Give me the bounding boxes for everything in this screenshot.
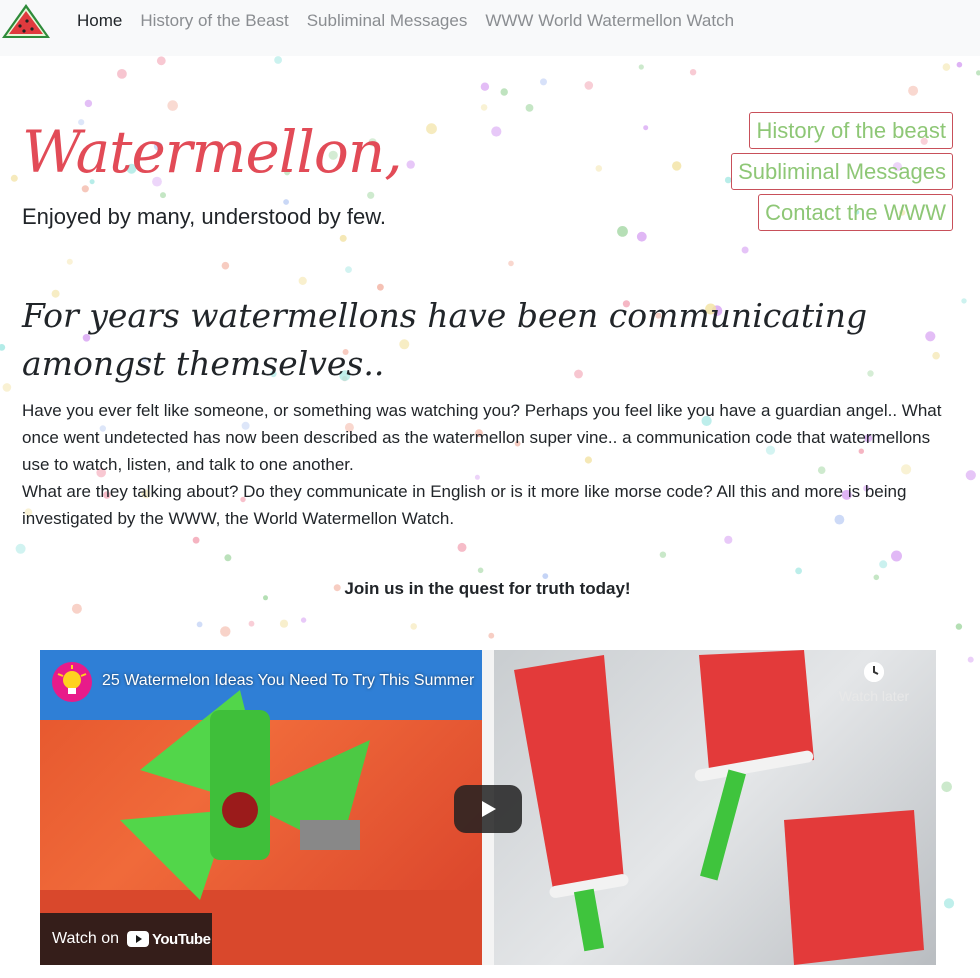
confetti-dot	[879, 560, 888, 569]
confetti-dot	[298, 276, 307, 285]
history-of-the-beast-button[interactable]: History of the beast	[749, 112, 953, 149]
play-button[interactable]	[454, 785, 522, 833]
confetti-dot	[84, 99, 93, 108]
watch-on-youtube-button[interactable]: Watch on YouTube	[40, 913, 212, 965]
confetti-dot	[117, 69, 127, 79]
confetti-dot	[540, 78, 547, 86]
watch-later-label: Watch later	[838, 688, 910, 704]
hero-tagline: Enjoyed by many, understood by few.	[22, 204, 387, 229]
subliminal-messages-button[interactable]: Subliminal Messages	[731, 153, 953, 190]
confetti-dot	[659, 551, 667, 558]
confetti-dot	[248, 620, 255, 627]
confetti-dot	[956, 61, 963, 68]
nav-link-history[interactable]: History of the Beast	[140, 10, 288, 32]
confetti-dot	[955, 623, 963, 630]
paragraph-1: Have you ever felt like someone, or some…	[22, 401, 942, 474]
confetti-dot	[160, 192, 166, 199]
confetti-dot	[480, 104, 488, 111]
confetti-dot	[279, 619, 289, 628]
paragraph-2: What are they talking about? Do they com…	[22, 482, 907, 528]
confetti-dot	[480, 82, 490, 91]
confetti-dot	[220, 626, 231, 637]
confetti-dot	[300, 617, 307, 623]
confetti-dot	[638, 64, 644, 70]
confetti-dot	[724, 535, 733, 544]
confetti-dot	[617, 226, 628, 237]
nav-link-subliminal[interactable]: Subliminal Messages	[307, 10, 468, 32]
confetti-dot	[377, 283, 384, 291]
confetti-dot	[15, 543, 26, 554]
confetti-dot	[71, 603, 82, 614]
confetti-dot	[942, 63, 951, 71]
confetti-dot	[795, 567, 802, 575]
confetti-dot	[500, 88, 508, 96]
confetti-dot	[965, 470, 976, 481]
confetti-dot	[967, 656, 974, 663]
body-text: Have you ever felt like someone, or some…	[22, 397, 957, 532]
confetti-dot	[477, 567, 484, 574]
confetti-dot	[525, 104, 534, 112]
confetti-dot	[457, 542, 467, 552]
headline: For years watermellons have been communi…	[22, 296, 868, 383]
confetti-dot	[491, 126, 502, 137]
side-button-group: History of the beast Subliminal Messages…	[731, 112, 953, 235]
confetti-dot	[196, 621, 203, 628]
confetti-dot	[976, 70, 980, 76]
confetti-dot	[488, 632, 495, 639]
youtube-logo-icon: YouTube	[127, 930, 211, 948]
confetti-dot	[0, 344, 6, 351]
confetti-dot	[367, 191, 375, 199]
confetti-dot	[2, 383, 12, 392]
nav-link-home[interactable]: Home	[77, 10, 122, 32]
confetti-dot	[224, 554, 232, 562]
confetti-dot	[643, 125, 649, 131]
confetti-dot	[595, 165, 603, 172]
confetti-dot	[689, 69, 697, 76]
play-icon	[482, 801, 496, 817]
watermelon-slice-icon[interactable]	[0, 0, 52, 44]
nav-link-www[interactable]: WWW World Watermellon Watch	[485, 10, 734, 32]
confetti-dot	[406, 160, 415, 169]
confetti-dot	[274, 56, 282, 64]
nav-links: Home History of the Beast Subliminal Mes…	[77, 10, 752, 32]
confetti-dot	[410, 623, 418, 630]
confetti-dot	[891, 550, 902, 562]
watch-later-button[interactable]: Watch later	[834, 662, 914, 704]
confetti-dot	[66, 258, 73, 265]
confetti-dot	[345, 266, 352, 273]
confetti-dot	[10, 174, 18, 182]
navbar: Home History of the Beast Subliminal Mes…	[0, 0, 980, 56]
hero-title: Watermellon,	[22, 118, 403, 186]
confetti-dot	[426, 123, 437, 135]
confetti-dot	[339, 234, 347, 242]
confetti-dot	[167, 100, 178, 111]
confetti-dot	[584, 81, 594, 90]
lightbulb-avatar-icon[interactable]	[52, 662, 92, 702]
confetti-dot	[156, 56, 166, 66]
confetti-dot	[192, 536, 200, 544]
confetti-dot	[672, 161, 682, 171]
confetti-dot	[221, 261, 230, 270]
confetti-dot	[943, 898, 955, 909]
confetti-dot	[508, 260, 514, 267]
watch-on-label: Watch on	[52, 930, 119, 947]
youtube-embed[interactable]: 25 Watermelon Ideas You Need To Try This…	[40, 650, 936, 965]
contact-www-button[interactable]: Contact the WWW	[758, 194, 953, 231]
clock-icon	[864, 662, 884, 682]
confetti-dot	[741, 246, 749, 254]
cta-text: Join us in the quest for truth today!	[344, 579, 631, 598]
confetti-dot	[908, 85, 919, 96]
confetti-dot	[636, 231, 647, 242]
confetti-dot	[941, 781, 952, 793]
confetti-dot	[961, 298, 967, 304]
video-title[interactable]: 25 Watermelon Ideas You Need To Try This…	[102, 672, 474, 690]
youtube-wordmark: YouTube	[152, 930, 211, 948]
